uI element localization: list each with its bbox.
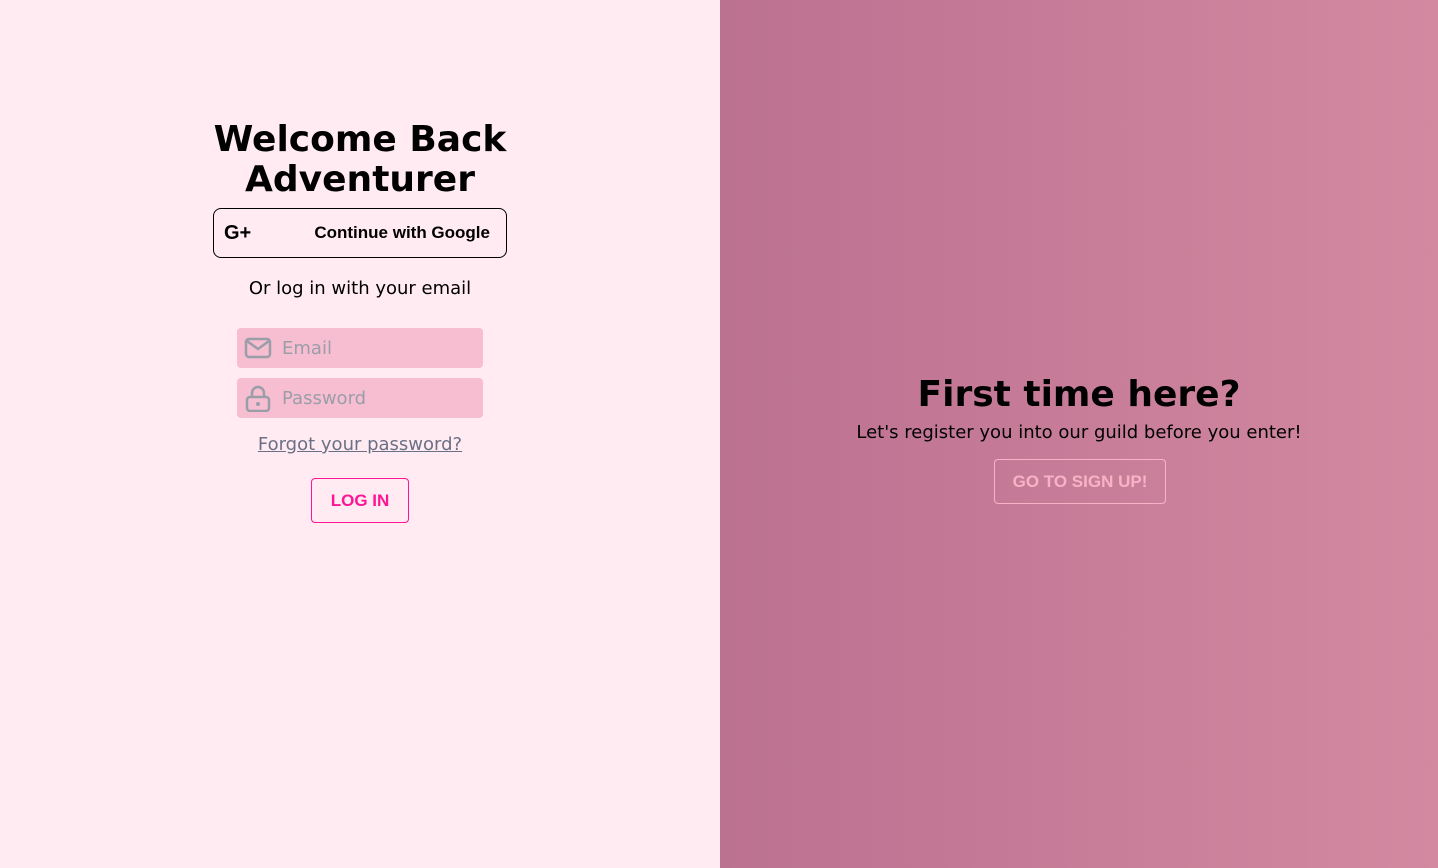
forgot-password-link[interactable]: Forgot your password? bbox=[258, 434, 462, 455]
signup-panel: First time here? Let's register you into… bbox=[720, 0, 1438, 868]
email-field-wrapper bbox=[237, 328, 483, 368]
email-input[interactable] bbox=[282, 337, 472, 359]
password-field-wrapper bbox=[237, 378, 483, 418]
page-title: Welcome Back Adventurer bbox=[213, 119, 507, 200]
signup-title: First time here? bbox=[917, 374, 1241, 415]
login-panel: Welcome Back Adventurer G+ Continue with … bbox=[0, 0, 720, 868]
password-input[interactable] bbox=[282, 387, 472, 409]
lock-icon bbox=[245, 385, 271, 412]
login-button[interactable]: LOG IN bbox=[311, 478, 409, 523]
google-plus-icon: G+ bbox=[224, 221, 252, 244]
or-text: Or log in with your email bbox=[248, 278, 472, 299]
google-login-label: Continue with Google bbox=[314, 223, 490, 242]
mail-icon bbox=[244, 337, 272, 359]
google-login-button[interactable]: G+ Continue with Google bbox=[213, 208, 507, 258]
signup-subtitle: Let's register you into our guild before… bbox=[856, 422, 1302, 443]
go-to-signup-button[interactable]: GO TO SIGN UP! bbox=[994, 459, 1166, 504]
